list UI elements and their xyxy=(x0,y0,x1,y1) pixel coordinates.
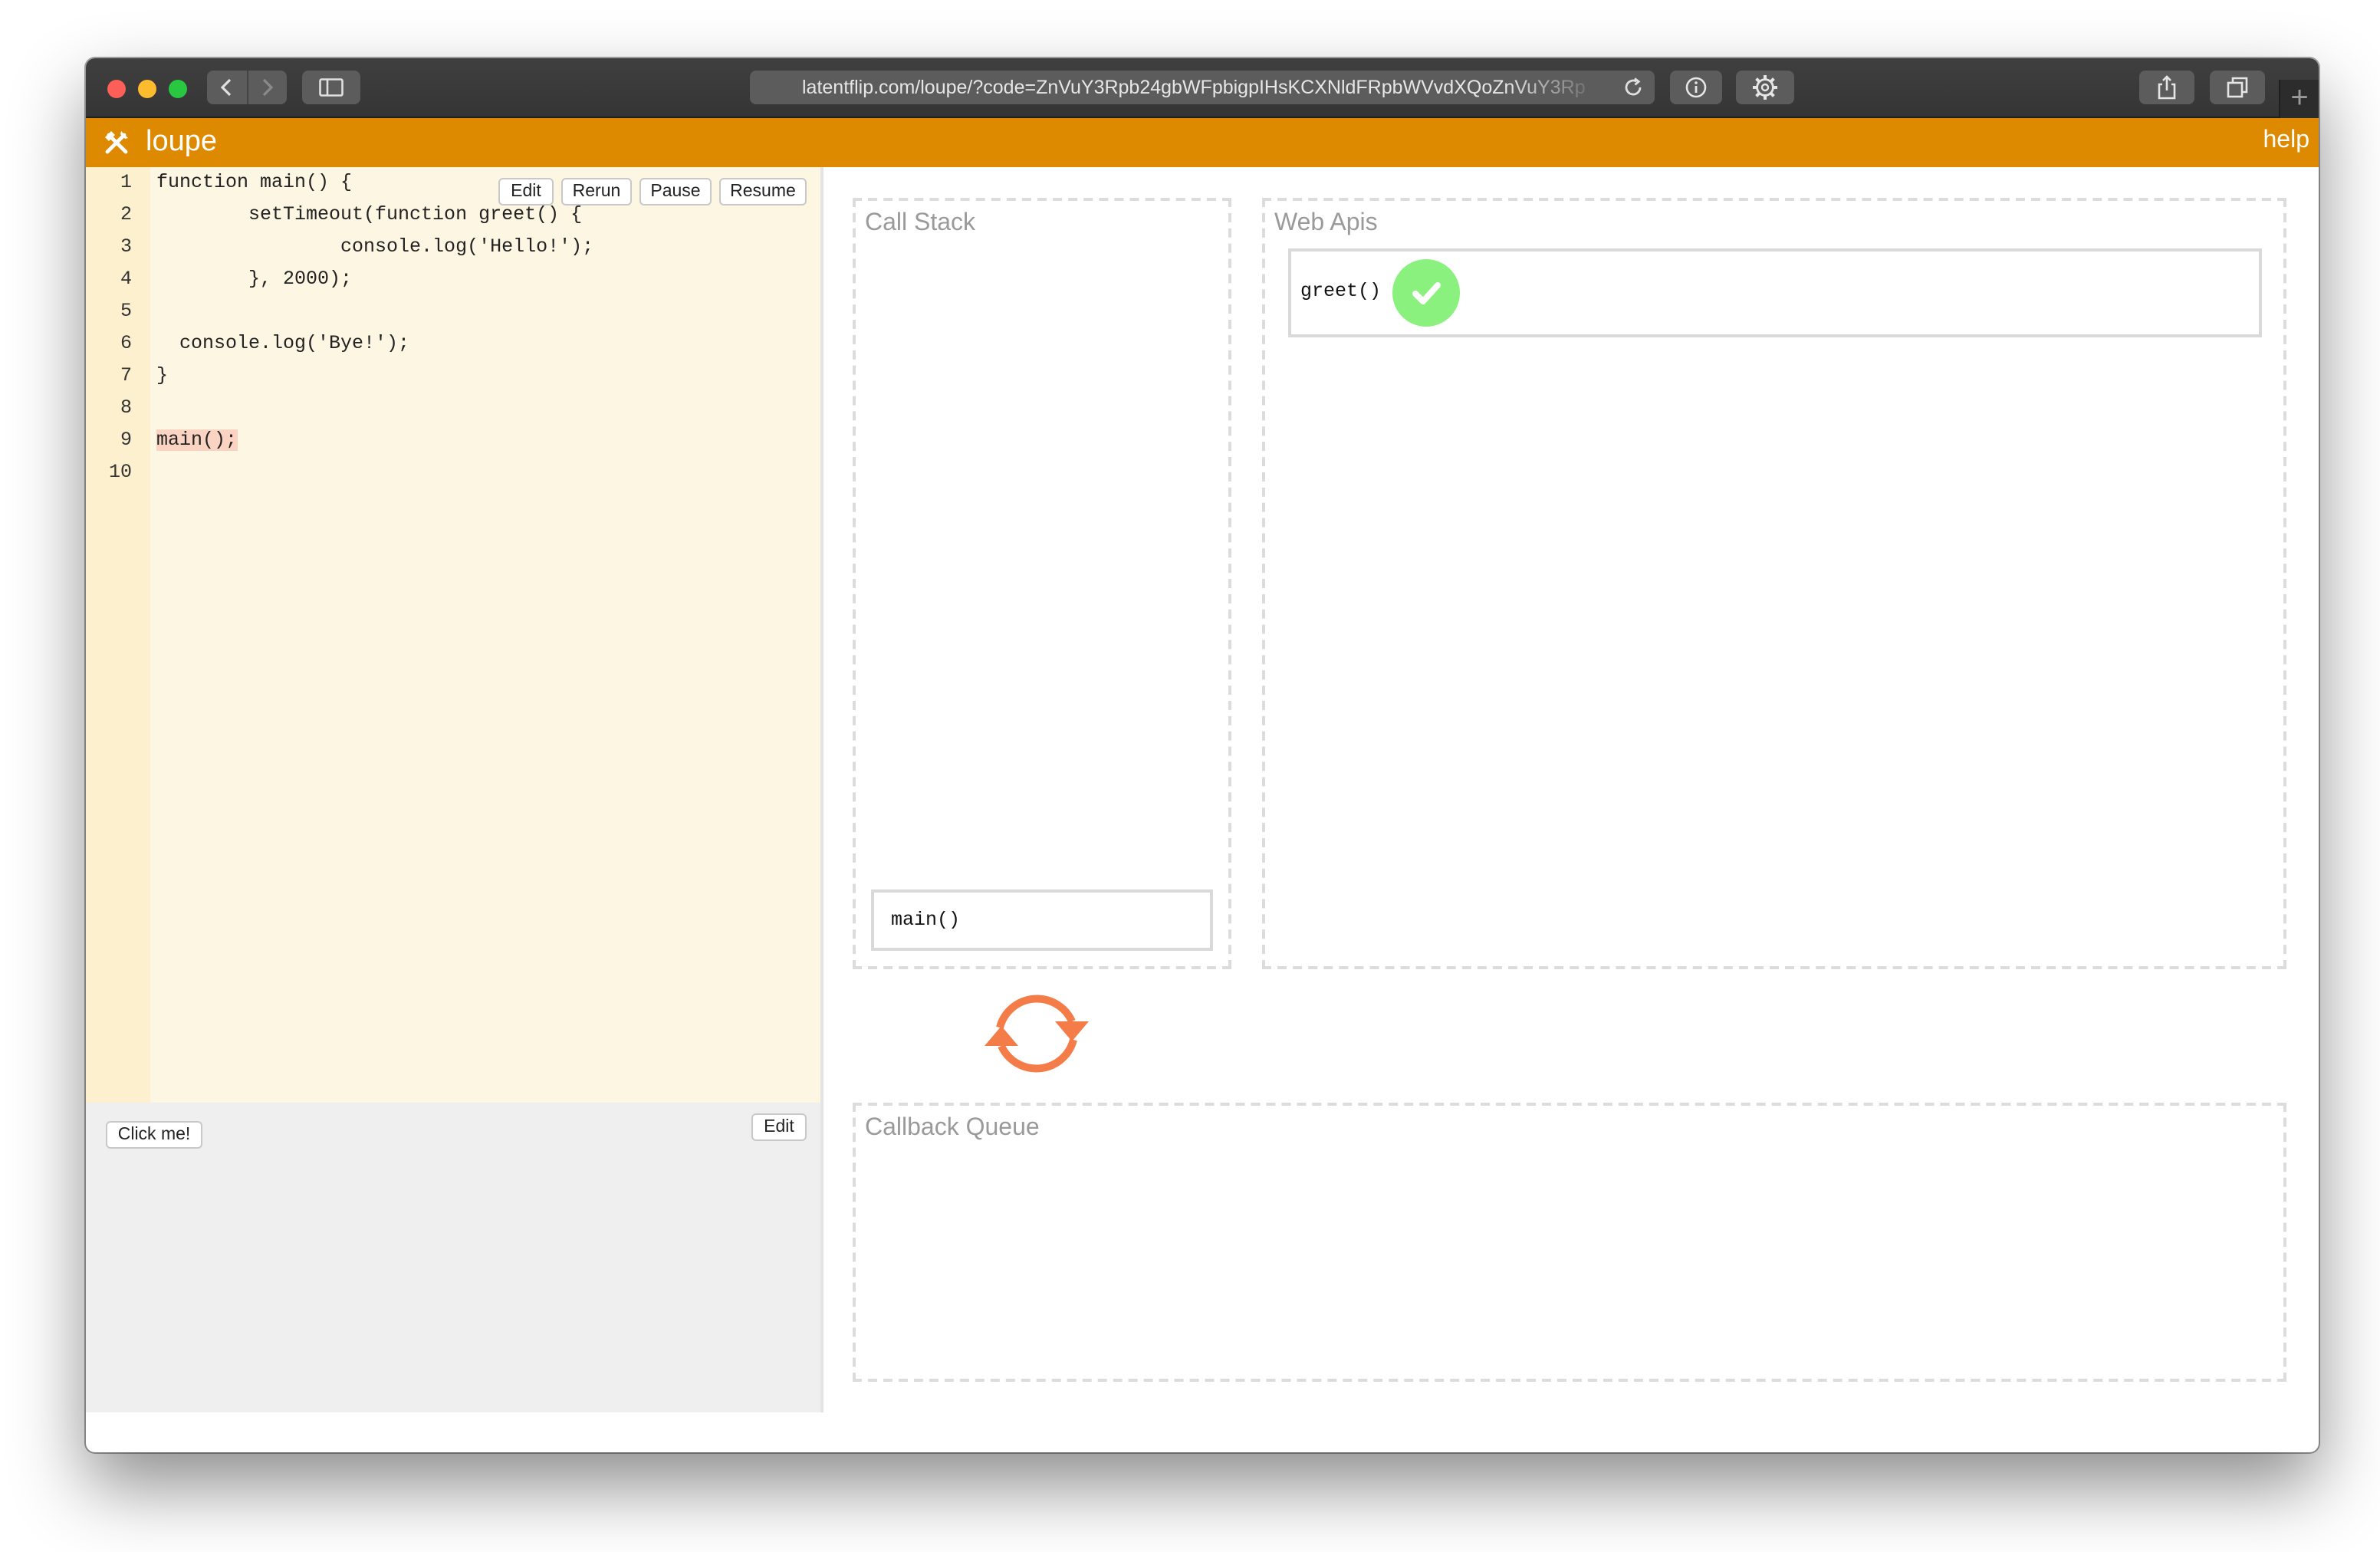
code-text: console.log('Hello!'); xyxy=(156,236,594,258)
code-line: console.log('Hello!'); xyxy=(156,236,593,258)
app-header: loupe help xyxy=(86,118,2319,167)
line-number: 2 xyxy=(120,204,132,225)
code-text-highlighted: main(); xyxy=(156,429,238,451)
web-api-item-label: greet() xyxy=(1300,281,1382,302)
info-icon xyxy=(1685,77,1707,98)
web-apis-title: Web Apis xyxy=(1274,210,1378,236)
line-number: 1 xyxy=(120,172,132,193)
chevron-right-icon xyxy=(263,78,274,97)
chevron-left-icon xyxy=(220,78,231,97)
code-line: console.log('Bye!'); xyxy=(156,333,409,354)
app-title: loupe xyxy=(146,126,217,158)
share-button[interactable] xyxy=(2139,71,2194,104)
share-icon xyxy=(2158,75,2176,100)
code-line: setTimeout(function greet() { xyxy=(156,204,582,225)
tabs-icon xyxy=(2227,77,2248,98)
tools-icon xyxy=(105,131,128,154)
browser-window: latentflip.com/loupe/?code=ZnVuY3Rpb24gb… xyxy=(86,58,2319,1452)
line-number: 9 xyxy=(120,429,132,451)
pause-button[interactable]: Pause xyxy=(639,178,712,206)
url-text: latentflip.com/loupe/?code=ZnVuY3Rpb24gb… xyxy=(802,77,1586,98)
new-tab-button[interactable]: + xyxy=(2279,80,2319,118)
web-api-item: greet() xyxy=(1288,248,2262,337)
forward-button[interactable] xyxy=(246,71,287,104)
line-number: 6 xyxy=(120,333,132,354)
code-text: console.log('Bye!'); xyxy=(156,333,410,354)
back-button[interactable] xyxy=(207,71,246,104)
resume-button[interactable]: Resume xyxy=(719,178,807,206)
stack-frame: main() xyxy=(871,889,1213,951)
code-text: }, 2000); xyxy=(156,268,353,290)
line-number: 5 xyxy=(120,301,132,322)
call-stack-title: Call Stack xyxy=(865,210,976,236)
help-link[interactable]: help xyxy=(2263,127,2310,155)
line-number: 10 xyxy=(108,462,132,483)
address-bar[interactable]: latentflip.com/loupe/?code=ZnVuY3Rpb24gb… xyxy=(750,71,1655,104)
edit-code-button[interactable]: Edit xyxy=(498,178,554,206)
line-number: 8 xyxy=(120,397,132,419)
code-line-current: main(); xyxy=(156,429,238,451)
code-line: }, 2000); xyxy=(156,268,352,290)
navigation-buttons xyxy=(207,71,287,104)
close-window-button[interactable] xyxy=(107,80,126,98)
callback-queue-title: Callback Queue xyxy=(865,1115,1040,1141)
code-line: } xyxy=(156,365,168,386)
code-text: setTimeout(function greet() { xyxy=(156,204,583,225)
code-editor[interactable]: 1 2 3 4 5 6 7 8 9 10 function main() { s… xyxy=(86,167,820,1103)
line-number: 4 xyxy=(120,268,132,290)
callback-queue-panel: Callback Queue xyxy=(853,1103,2286,1382)
click-me-button[interactable]: Click me! xyxy=(106,1121,202,1149)
sidebar-icon xyxy=(319,78,344,97)
web-apis-panel: Web Apis greet() xyxy=(1262,198,2286,969)
maximize-window-button[interactable] xyxy=(169,80,187,98)
edit-html-button[interactable]: Edit xyxy=(751,1113,807,1141)
info-button[interactable] xyxy=(1670,71,1722,104)
code-line: function main() { xyxy=(156,172,352,193)
pane-divider[interactable] xyxy=(820,167,823,1412)
call-stack-panel: Call Stack main() xyxy=(853,198,1231,969)
sidebar-toggle-button[interactable] xyxy=(302,71,360,104)
rerun-button[interactable]: Rerun xyxy=(561,178,632,206)
line-number: 7 xyxy=(120,365,132,386)
code-text: function main() { xyxy=(156,172,353,193)
line-number-gutter: 1 2 3 4 5 6 7 8 9 10 xyxy=(86,167,150,1103)
check-icon xyxy=(1392,259,1460,327)
minimize-window-button[interactable] xyxy=(138,80,156,98)
code-text: } xyxy=(156,365,169,386)
reload-icon[interactable] xyxy=(1621,75,1645,100)
line-number: 3 xyxy=(120,236,132,258)
screenshot-root: latentflip.com/loupe/?code=ZnVuY3Rpb24gb… xyxy=(0,0,2380,1552)
html-output-pane: Click me! Edit xyxy=(86,1103,820,1412)
browser-toolbar: latentflip.com/loupe/?code=ZnVuY3Rpb24gb… xyxy=(86,58,2319,118)
show-tabs-button[interactable] xyxy=(2210,71,2265,104)
loop-arrows-icon xyxy=(985,995,1089,1073)
stack-frame-label: main() xyxy=(891,909,961,931)
gear-icon xyxy=(1753,75,1777,100)
settings-button[interactable] xyxy=(1736,71,1794,104)
